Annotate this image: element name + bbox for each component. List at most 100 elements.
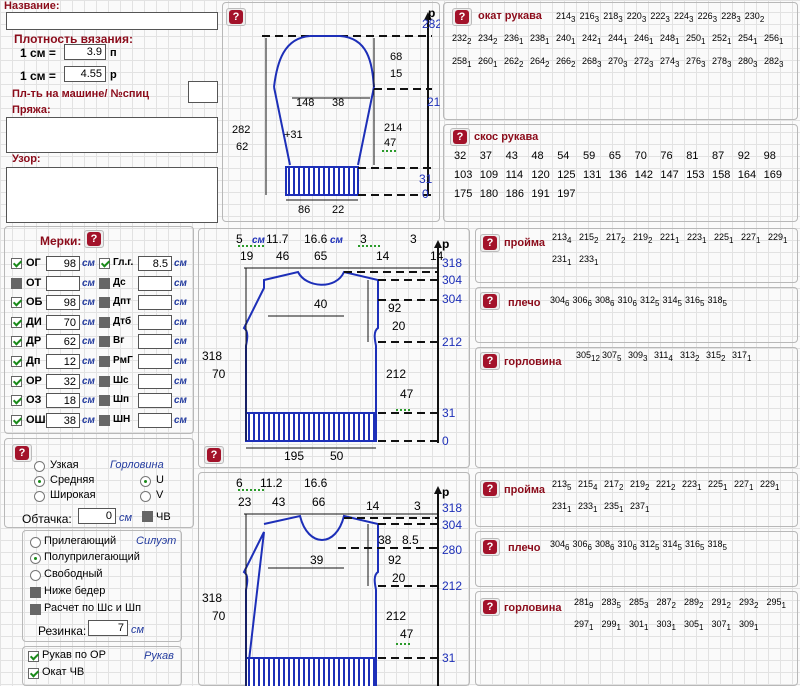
- merka-field[interactable]: [138, 373, 172, 389]
- merka-field[interactable]: [138, 275, 172, 291]
- merka-field[interactable]: 70: [46, 314, 80, 330]
- row-value: 2192: [633, 233, 652, 246]
- row-value: 2371: [630, 502, 649, 515]
- merka-field[interactable]: 8.5: [138, 256, 172, 271]
- help-button-neck[interactable]: ?: [12, 444, 32, 462]
- row-count: 6: [610, 543, 615, 552]
- checkbox-merka-r-4[interactable]: [99, 336, 110, 348]
- help-button-back-proyma[interactable]: ?: [480, 234, 500, 252]
- checkbox-merka-1[interactable]: [11, 277, 22, 289]
- merka-field[interactable]: [138, 354, 172, 369]
- row-number: 309: [628, 350, 644, 360]
- checkbox-merka-r-6[interactable]: [99, 375, 110, 387]
- help-button-front-proyma[interactable]: ?: [480, 480, 500, 498]
- merka-field[interactable]: 32: [46, 373, 80, 389]
- help-button-back-gorlovina[interactable]: ?: [480, 352, 500, 370]
- row-count: 6: [632, 543, 637, 552]
- checkbox-chv[interactable]: [142, 511, 153, 522]
- merka-field[interactable]: 38: [46, 412, 80, 428]
- row-number: 309: [739, 619, 755, 629]
- checkbox-merka-8[interactable]: [11, 414, 22, 426]
- row-count: 3: [594, 15, 600, 24]
- radio-neck-wide[interactable]: [34, 491, 45, 502]
- help-button-okat[interactable]: ?: [452, 8, 472, 26]
- row-count: 3: [623, 60, 628, 69]
- merka-field[interactable]: 62: [46, 334, 80, 350]
- checkbox-merka-r-5[interactable]: [99, 356, 110, 367]
- row-number: 224: [674, 11, 690, 21]
- radio-neck-narrow[interactable]: [34, 461, 45, 472]
- row-value: 2203: [627, 12, 646, 25]
- checkbox-merka-0[interactable]: [11, 258, 22, 269]
- row-value: 3125: [640, 540, 660, 553]
- merka-field[interactable]: 12: [46, 354, 80, 369]
- radio-neck-v[interactable]: [140, 491, 151, 502]
- yarn-label: Пряжа:: [12, 104, 51, 116]
- obtachka-field[interactable]: 0: [78, 508, 116, 524]
- help-button-front-gorlovina[interactable]: ?: [480, 598, 500, 616]
- radio-neck-u[interactable]: [140, 476, 151, 487]
- checkbox-merka-r-2[interactable]: [99, 297, 110, 309]
- density-r-field[interactable]: 4.55: [64, 66, 106, 82]
- machine-field[interactable]: [188, 81, 218, 103]
- checkbox-merka-r-1[interactable]: [99, 277, 110, 289]
- help-button-merki[interactable]: ?: [84, 230, 104, 248]
- checkbox-merka-2[interactable]: [11, 297, 22, 309]
- radio-neck-medium[interactable]: [34, 476, 45, 487]
- merka-field[interactable]: [138, 412, 172, 428]
- radio-fitted[interactable]: [30, 537, 41, 548]
- row-value: 2271: [741, 233, 760, 246]
- checkbox-merka-4[interactable]: [11, 336, 22, 348]
- yarn-field[interactable]: [6, 117, 218, 153]
- checkbox-merka-5[interactable]: [11, 356, 22, 367]
- below-hips-label: Ниже бедер: [44, 585, 106, 597]
- back-l50: 50: [330, 449, 344, 463]
- checkbox-okat-chv[interactable]: [28, 668, 39, 679]
- checkbox-merka-6[interactable]: [11, 375, 22, 387]
- help-button-back-plecho[interactable]: ?: [480, 292, 500, 310]
- back-top-p-3: 65: [314, 249, 328, 263]
- checkbox-sleeve-or[interactable]: [28, 651, 39, 662]
- back-row-304b: 304: [442, 292, 462, 306]
- row-value: 2441: [608, 34, 627, 47]
- merka-field[interactable]: 98: [46, 256, 80, 271]
- neck-medium-label: Средняя: [50, 474, 95, 486]
- checkbox-merka-r-3[interactable]: [99, 316, 110, 328]
- checkbox-merka-3[interactable]: [11, 316, 22, 328]
- sleeve-label-0: 0: [422, 187, 429, 201]
- row-count: 3: [649, 60, 654, 69]
- checkbox-merka-r-8[interactable]: [99, 414, 110, 426]
- checkbox-merka-7[interactable]: [11, 395, 22, 407]
- row-value: 2263: [698, 12, 717, 25]
- back-l20: 20: [392, 319, 406, 333]
- density-p-field[interactable]: 3.9: [64, 44, 106, 60]
- row-count: 5: [655, 543, 660, 552]
- row-count: 5: [722, 299, 727, 308]
- back-top-p-4: 14: [376, 249, 390, 263]
- help-button-front-plecho[interactable]: ?: [480, 538, 500, 556]
- merka-field[interactable]: [138, 314, 172, 330]
- merka-field[interactable]: [138, 295, 172, 311]
- row-count: 2: [699, 601, 704, 610]
- merka-field[interactable]: [138, 334, 172, 350]
- merka-field[interactable]: [46, 275, 80, 291]
- row-count: 2: [621, 236, 626, 245]
- checkbox-below-hips[interactable]: [30, 587, 41, 598]
- pattern-field[interactable]: [6, 167, 218, 223]
- checkbox-merka-r-0[interactable]: [99, 258, 110, 269]
- checkbox-calc-shs[interactable]: [30, 604, 41, 615]
- merka-field[interactable]: 98: [46, 295, 80, 311]
- merka-field[interactable]: 18: [46, 393, 80, 409]
- row-value: 2322: [452, 34, 471, 47]
- rezinka-field[interactable]: 7: [88, 620, 128, 636]
- front-l212: 212: [386, 609, 406, 623]
- row-value: 2152: [579, 233, 598, 246]
- name-field[interactable]: [6, 12, 218, 30]
- merka-code: ДИ: [26, 315, 42, 328]
- help-button-skos[interactable]: ?: [450, 128, 470, 146]
- radio-loose[interactable]: [30, 570, 41, 581]
- checkbox-merka-r-7[interactable]: [99, 395, 110, 407]
- merka-field[interactable]: [138, 393, 172, 409]
- row-number: 308: [595, 295, 611, 305]
- radio-semi-fitted[interactable]: [30, 553, 41, 564]
